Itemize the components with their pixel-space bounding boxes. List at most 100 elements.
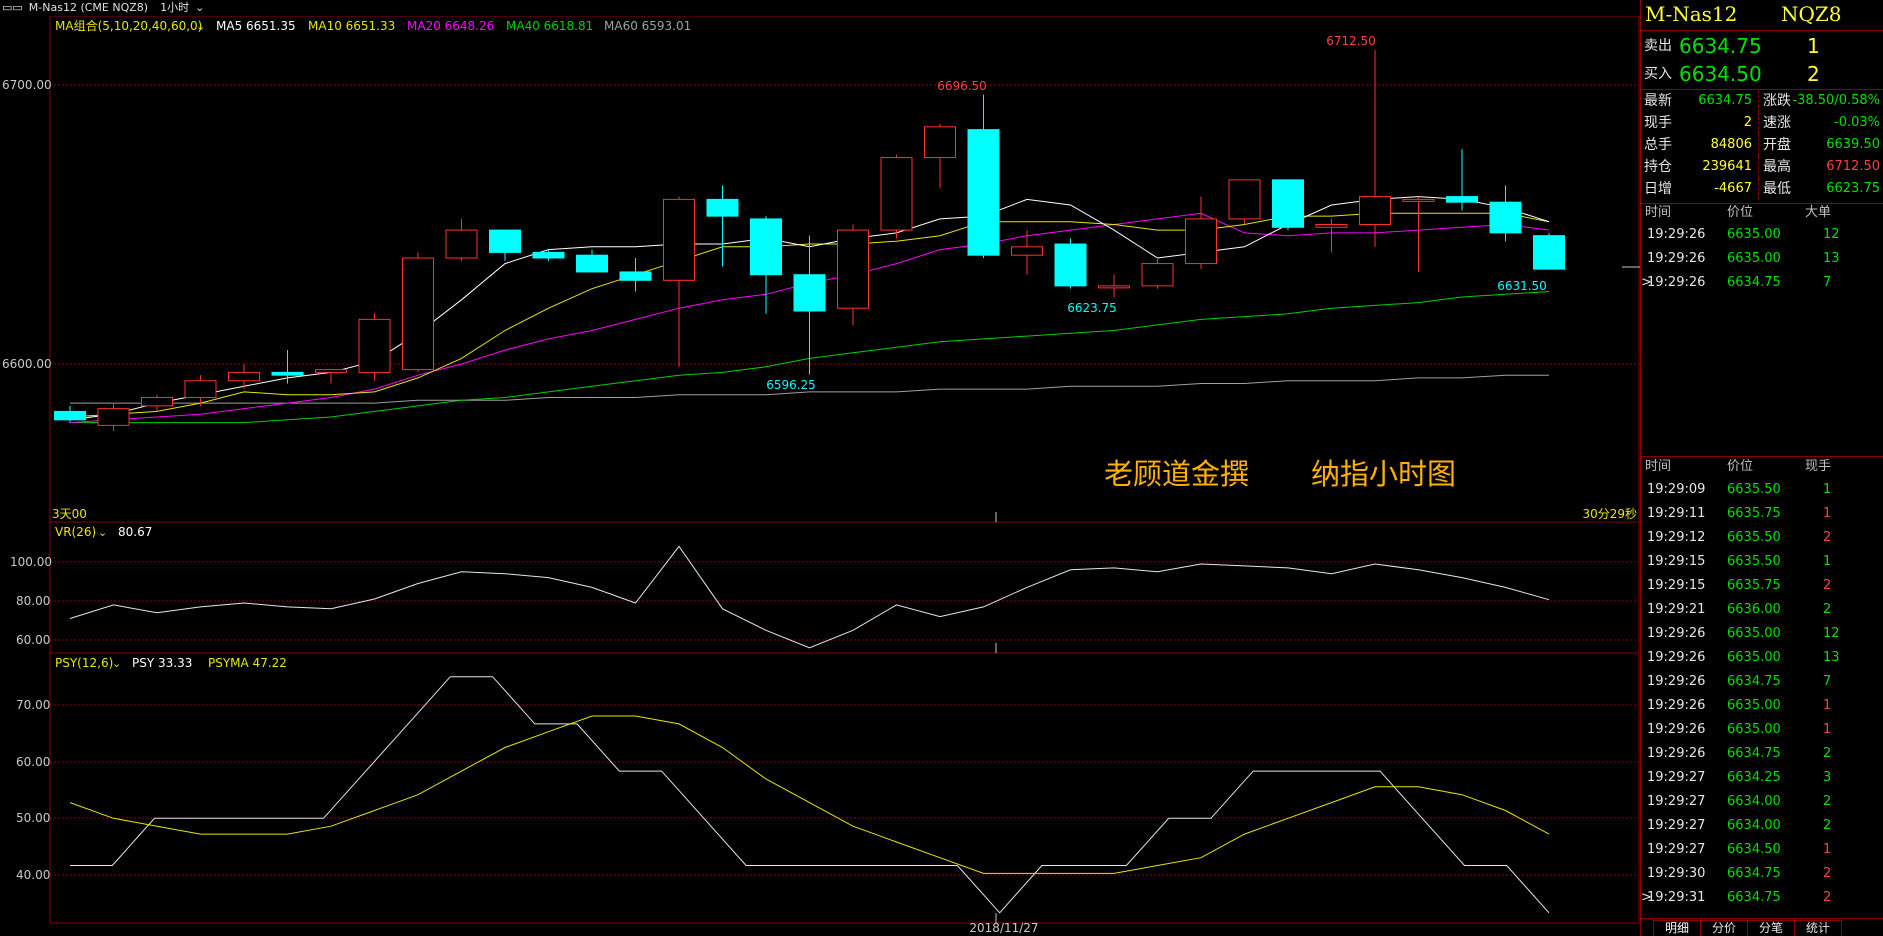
row-price: 6634.25 [1727, 770, 1781, 785]
separator [1641, 918, 1883, 919]
ma60-legend: MA60 6593.01 [604, 19, 691, 33]
row-qty: 1 [1823, 554, 1832, 569]
candle-up[interactable] [663, 198, 695, 281]
row-time: 19:29:27 [1647, 818, 1706, 833]
separator [1758, 90, 1759, 112]
window-icon[interactable]: ▭▭ [2, 1, 23, 14]
candle-down[interactable] [532, 251, 565, 259]
list-item[interactable]: 19:29:27 6634.00 2 [1641, 814, 1883, 838]
period-dropdown[interactable]: 1小时 ⌄ [154, 1, 204, 14]
tab-detail[interactable]: 明细 [1653, 920, 1701, 936]
list-item[interactable]: 19:29:27 6634.25 3 [1641, 766, 1883, 790]
list-item[interactable]: 19:29:26 6635.00 12 [1641, 223, 1883, 247]
row-time: 19:29:26 [1647, 275, 1706, 290]
list-item[interactable]: 19:29:26 6635.00 13 [1641, 247, 1883, 271]
list-item[interactable]: >19:29:26 6634.75 7 [1641, 271, 1883, 295]
candle-up[interactable] [837, 229, 869, 309]
vr-legend[interactable]: VR(26) ⌄ 80.67 [55, 525, 152, 539]
row-time: 19:29:26 [1647, 674, 1706, 689]
stat-label: 最高 [1763, 159, 1791, 175]
candle-up[interactable] [1228, 179, 1261, 220]
candle-down[interactable] [706, 198, 739, 217]
ask-price: 6634.75 [1679, 34, 1762, 58]
candle-up[interactable] [402, 257, 434, 371]
tab-price-level[interactable]: 分价 [1700, 920, 1748, 936]
list-item[interactable]: 19:29:09 6635.50 1 [1641, 478, 1883, 502]
list-item[interactable]: >19:29:31 6634.75 2 [1641, 886, 1883, 910]
chevron-down-icon[interactable]: ⌄ [98, 526, 107, 539]
row-price: 6635.00 [1727, 626, 1781, 641]
candle-down[interactable] [54, 410, 86, 421]
candle-up[interactable] [880, 157, 913, 231]
candle-down[interactable] [1054, 243, 1087, 287]
row-qty: 1 [1823, 482, 1832, 497]
candle-down[interactable] [1533, 235, 1565, 270]
list-item[interactable]: 19:29:15 6635.50 1 [1641, 550, 1883, 574]
candle-up[interactable] [358, 318, 391, 373]
candle-down[interactable] [1272, 179, 1304, 228]
candle-up[interactable] [228, 371, 260, 382]
psy-indicator-label[interactable]: PSY(12,6) [55, 656, 113, 670]
price-pane [54, 50, 1565, 431]
stat-value: -0.03% [1834, 115, 1880, 130]
row-qty: 1 [1823, 698, 1832, 713]
candle-down[interactable] [1489, 201, 1522, 234]
row-time: 19:29:31 [1647, 890, 1706, 905]
candle-up[interactable] [1011, 246, 1043, 256]
vr-indicator-label[interactable]: VR(26) [55, 525, 96, 539]
row-qty: 2 [1823, 890, 1832, 905]
tab-statistics[interactable]: 统计 [1794, 920, 1842, 936]
list-item[interactable]: 19:29:12 6635.50 2 [1641, 526, 1883, 550]
col-time: 时间 [1645, 205, 1672, 220]
list-item[interactable]: 19:29:27 6634.00 2 [1641, 790, 1883, 814]
candle-up[interactable] [1315, 224, 1348, 228]
row-qty: 2 [1823, 602, 1832, 617]
list-item[interactable]: 19:29:26 6635.00 1 [1641, 718, 1883, 742]
candle-down[interactable] [1446, 196, 1478, 203]
list-item[interactable]: 19:29:26 6634.75 7 [1641, 670, 1883, 694]
candle-up[interactable] [1185, 218, 1217, 265]
candle-down[interactable] [489, 229, 521, 253]
candle-up[interactable] [1402, 198, 1435, 202]
row-qty: 12 [1823, 227, 1840, 242]
bid-row[interactable]: 买入 6634.50 2 [1641, 61, 1883, 87]
chevron-down-icon[interactable]: ⌄ [196, 20, 205, 33]
ma20-legend: MA20 6648.26 [407, 19, 494, 33]
tab-tick[interactable]: 分笔 [1747, 920, 1795, 936]
candle-down[interactable] [576, 254, 608, 273]
stat-value: 6623.75 [1826, 181, 1880, 196]
candle-up[interactable] [445, 229, 478, 259]
candle-up[interactable] [924, 126, 956, 159]
ask-row[interactable]: 卖出 6634.75 1 [1641, 33, 1883, 59]
ma-group-label[interactable]: MA组合(5,10,20,40,60,0) [55, 18, 202, 33]
list-item[interactable]: 19:29:26 6635.00 1 [1641, 694, 1883, 718]
row-qty: 13 [1823, 650, 1840, 665]
candle-down[interactable] [619, 271, 652, 281]
list-item[interactable]: 19:29:26 6635.00 12 [1641, 622, 1883, 646]
candle-up[interactable] [184, 380, 217, 398]
candle-up[interactable] [1141, 263, 1174, 287]
list-item[interactable]: 19:29:27 6634.50 1 [1641, 838, 1883, 862]
bid-qty: 2 [1807, 62, 1820, 86]
list-item[interactable]: 19:29:11 6635.75 1 [1641, 502, 1883, 526]
psy-legend[interactable]: PSY(12,6) ⌄ PSY 33.33 PSYMA 47.22 [55, 656, 287, 670]
candle-up[interactable] [315, 369, 347, 373]
candle-up[interactable] [141, 396, 173, 407]
stat-row: 日增 -4667 最低 6623.75 [1641, 178, 1883, 200]
row-price: 6635.00 [1727, 251, 1781, 266]
kline-chart-area[interactable]: 6700.00 6600.00 100.00 80.00 60.00 70.00… [0, 16, 1640, 936]
candle-down[interactable] [793, 274, 826, 312]
list-item[interactable]: 19:29:21 6636.00 2 [1641, 598, 1883, 622]
chevron-down-icon[interactable]: ⌄ [112, 657, 121, 670]
list-item[interactable]: 19:29:15 6635.75 2 [1641, 574, 1883, 598]
candle-down[interactable] [271, 371, 304, 376]
ma-legend[interactable]: MA组合(5,10,20,40,60,0) ⌄ MA5 6651.35 MA10… [55, 18, 691, 33]
candle-up[interactable] [97, 408, 130, 426]
candle-down[interactable] [750, 218, 782, 276]
list-item[interactable]: 19:29:26 6635.00 13 [1641, 646, 1883, 670]
list-item[interactable]: 19:29:30 6634.75 2 [1641, 862, 1883, 886]
candle-down[interactable] [967, 129, 1000, 256]
list-item[interactable]: 19:29:26 6634.75 2 [1641, 742, 1883, 766]
candle-up[interactable] [1359, 196, 1391, 226]
candle-up[interactable] [1098, 285, 1130, 289]
